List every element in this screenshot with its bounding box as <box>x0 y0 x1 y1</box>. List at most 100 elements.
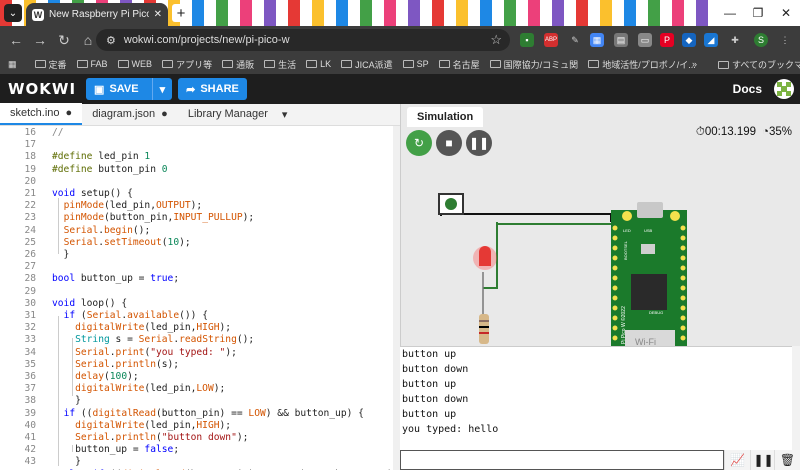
bookmarks-overflow-button[interactable]: » <box>692 59 697 69</box>
board-label-led: LED <box>623 228 631 233</box>
tab-search-button[interactable]: ⌄ <box>4 4 22 22</box>
serial-plotter-button[interactable]: 📈 <box>724 450 750 470</box>
browser-tab-active[interactable]: W New Raspberry Pi Pico W Project ✕ <box>26 3 168 26</box>
extension-arrow-icon[interactable]: ◢ <box>704 33 718 47</box>
bookmark-folder[interactable]: 国際協力/コミュ関 <box>489 58 578 71</box>
folder-icon <box>402 60 414 68</box>
bookmark-folder[interactable]: JICA派遣 <box>341 58 393 71</box>
line-number: 21 <box>24 188 36 199</box>
editor-tabs: sketch.ino ● diagram.json ● Library Manage… <box>0 103 400 126</box>
close-tab-icon[interactable]: ✕ <box>154 9 162 20</box>
bookmark-folder[interactable]: LK <box>306 59 331 69</box>
pi-pico-w-board[interactable]: LED USB DEBUG BOOTSEL Pi Pico W ©2022 Wi… <box>611 202 687 346</box>
user-avatar[interactable] <box>774 79 794 99</box>
serial-line: button up <box>402 349 457 360</box>
line-number: 38 <box>24 395 36 407</box>
bookmark-folder[interactable]: 生活 <box>264 58 296 71</box>
indent-guide <box>58 316 59 466</box>
minimize-button[interactable]: — <box>716 0 744 26</box>
line-number: 27 <box>24 261 36 273</box>
all-bookmarks-button[interactable]: すべてのブックマーク <box>718 58 800 71</box>
unsaved-dot-icon: ● <box>161 108 168 120</box>
wokwi-logo[interactable]: WOKWI <box>8 80 76 98</box>
tab-menu-dropdown-icon[interactable]: ▾ <box>282 108 288 121</box>
eyedropper-icon[interactable]: ✎ <box>568 33 582 47</box>
clear-serial-button[interactable]: 🗑 <box>774 450 800 470</box>
bookmark-folder[interactable]: WEB <box>117 59 152 69</box>
code-line: Serial.setTimeout(10); <box>63 236 191 248</box>
browser-menu-icon[interactable]: ⋮ <box>778 33 792 47</box>
extension-print-icon[interactable]: ▤ <box>614 33 628 47</box>
reload-icon[interactable]: ↻ <box>52 32 76 49</box>
line-number: 43 <box>24 456 36 468</box>
line-number: 30 <box>24 297 36 309</box>
bookmark-folder[interactable]: 通販 <box>222 58 254 71</box>
line-number: 39 <box>24 407 36 419</box>
board-label-debug: DEBUG <box>649 310 663 315</box>
extension-screen-icon[interactable]: ▭ <box>638 33 652 47</box>
code-editor[interactable]: 16 // 17 18 #define led_pin 1 19 #define butto… <box>0 126 395 470</box>
save-disk-icon: ▣ <box>94 83 105 96</box>
code-line: if (Serial.available()) { <box>63 310 208 321</box>
line-chart-icon: 📈 <box>730 453 745 467</box>
line-number: 33 <box>24 334 36 346</box>
wire-button-to-board <box>441 213 612 222</box>
serial-input[interactable] <box>400 450 724 470</box>
serial-scrollbar[interactable] <box>792 346 800 450</box>
extension-green-icon[interactable]: ▪ <box>520 33 534 47</box>
docs-link[interactable]: Docs <box>733 82 762 96</box>
folder-icon <box>718 60 729 69</box>
bookmark-folder[interactable]: 定番 <box>34 58 67 71</box>
back-icon[interactable]: ← <box>4 32 28 48</box>
save-button[interactable]: ▣ SAVE ▾ <box>86 78 173 100</box>
address-bar[interactable]: ⚙ wokwi.com/projects/new/pi-pico-w ☆ <box>96 29 510 51</box>
tab-title: New Raspberry Pi Pico W Project <box>49 9 149 20</box>
line-number: 26 <box>24 249 36 260</box>
close-window-button[interactable]: ✕ <box>772 0 800 26</box>
tab-sketch-ino[interactable]: sketch.ino ● <box>0 103 83 125</box>
bookmark-star-icon[interactable]: ☆ <box>490 32 502 48</box>
bookmark-folder[interactable]: FAB <box>76 59 108 69</box>
folder-icon <box>162 60 174 68</box>
site-info-icon[interactable]: ⚙ <box>106 34 116 47</box>
forward-icon[interactable]: → <box>28 32 52 48</box>
avatar-pattern-icon <box>777 82 791 96</box>
extension-tag-icon[interactable]: ◆ <box>682 33 696 47</box>
line-number: 40 <box>24 419 36 431</box>
restore-button[interactable]: ❐ <box>744 0 772 26</box>
board-label-usb: USB <box>644 228 653 233</box>
share-button[interactable]: ➦ SHARE <box>178 78 247 100</box>
line-number: 17 <box>24 139 36 151</box>
bookmarks-bar: ▦ 定番 FAB WEB アプリ等 通販 生活 LK JICA派遣 SP 名古屋… <box>0 54 800 74</box>
folder-icon <box>438 60 450 68</box>
pinterest-icon[interactable]: P <box>660 33 674 47</box>
tab-diagram-json[interactable]: diagram.json ● <box>82 103 178 125</box>
profile-avatar-icon[interactable]: S <box>754 33 768 47</box>
bookmark-folder[interactable]: 名古屋 <box>438 58 480 71</box>
bookmark-folder[interactable]: SP <box>402 59 429 69</box>
pause-serial-button[interactable]: ❚❚ <box>750 450 776 470</box>
line-number: 42 <box>24 444 36 456</box>
bookmark-folder[interactable]: アプリ等 <box>162 58 212 71</box>
folder-icon <box>76 60 88 68</box>
serial-line: button down <box>402 394 469 405</box>
line-number: 41 <box>24 432 36 443</box>
line-number: 22 <box>24 200 36 212</box>
pushbutton[interactable] <box>438 193 464 215</box>
tab-library-manager[interactable]: Library Manager ▾ <box>178 103 298 125</box>
extension-grid-icon[interactable]: ▦ <box>590 33 604 47</box>
code-line: } <box>52 395 81 407</box>
trash-icon: 🗑 <box>779 453 796 467</box>
extensions-puzzle-icon[interactable]: ✚ <box>728 33 742 47</box>
unsaved-dot-icon: ● <box>65 107 73 119</box>
line-number: 32 <box>24 322 36 334</box>
new-tab-button[interactable]: + <box>172 4 190 22</box>
bookmark-folder[interactable]: 地域活性/プロボノ/イ... <box>588 58 696 71</box>
code-line: digitalWrite(led_pin,HIGH); <box>75 322 232 334</box>
code-line: pinMode(button_pin,INPUT_PULLUP); <box>63 212 255 224</box>
apps-grid-icon[interactable]: ▦ <box>8 59 17 70</box>
save-dropdown-icon[interactable]: ▾ <box>151 78 173 100</box>
adblock-icon[interactable]: ABP <box>544 33 558 47</box>
circuit-diagram[interactable]: LED USB DEBUG BOOTSEL Pi Pico W ©2022 Wi… <box>401 104 800 346</box>
editor-scrollbar[interactable] <box>393 126 400 470</box>
